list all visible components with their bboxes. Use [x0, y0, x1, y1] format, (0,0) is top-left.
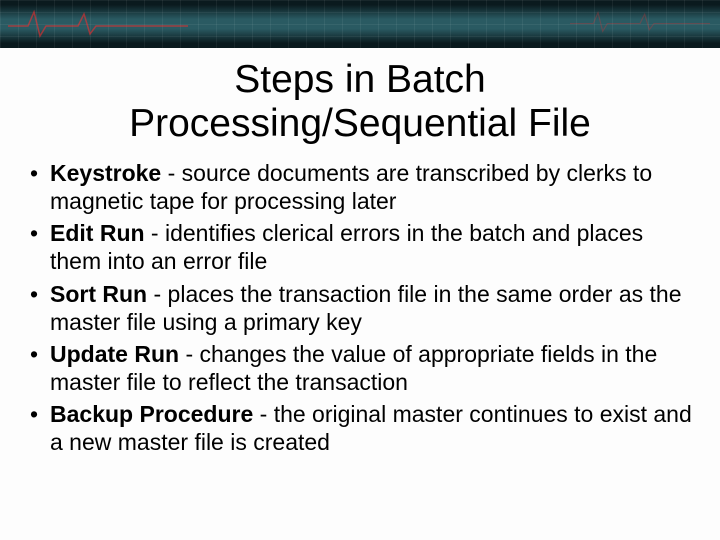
term: Backup Procedure — [50, 401, 253, 427]
list-item: Edit Run - identifies clerical errors in… — [28, 219, 692, 275]
list-item: Sort Run - places the transaction file i… — [28, 280, 692, 336]
ecg-icon — [570, 4, 710, 40]
slide: Steps in Batch Processing/Sequential Fil… — [0, 0, 720, 540]
term: Keystroke — [50, 160, 161, 186]
term: Edit Run — [50, 220, 145, 246]
term: Update Run — [50, 341, 179, 367]
list-item: Update Run - changes the value of approp… — [28, 340, 692, 396]
bullet-list: Keystroke - source documents are transcr… — [28, 159, 692, 455]
slide-title: Steps in Batch Processing/Sequential Fil… — [40, 58, 680, 145]
list-item: Backup Procedure - the original master c… — [28, 400, 692, 456]
term: Sort Run — [50, 281, 147, 307]
list-item: Keystroke - source documents are transcr… — [28, 159, 692, 215]
header-banner — [0, 0, 720, 48]
ecg-icon — [8, 6, 188, 42]
